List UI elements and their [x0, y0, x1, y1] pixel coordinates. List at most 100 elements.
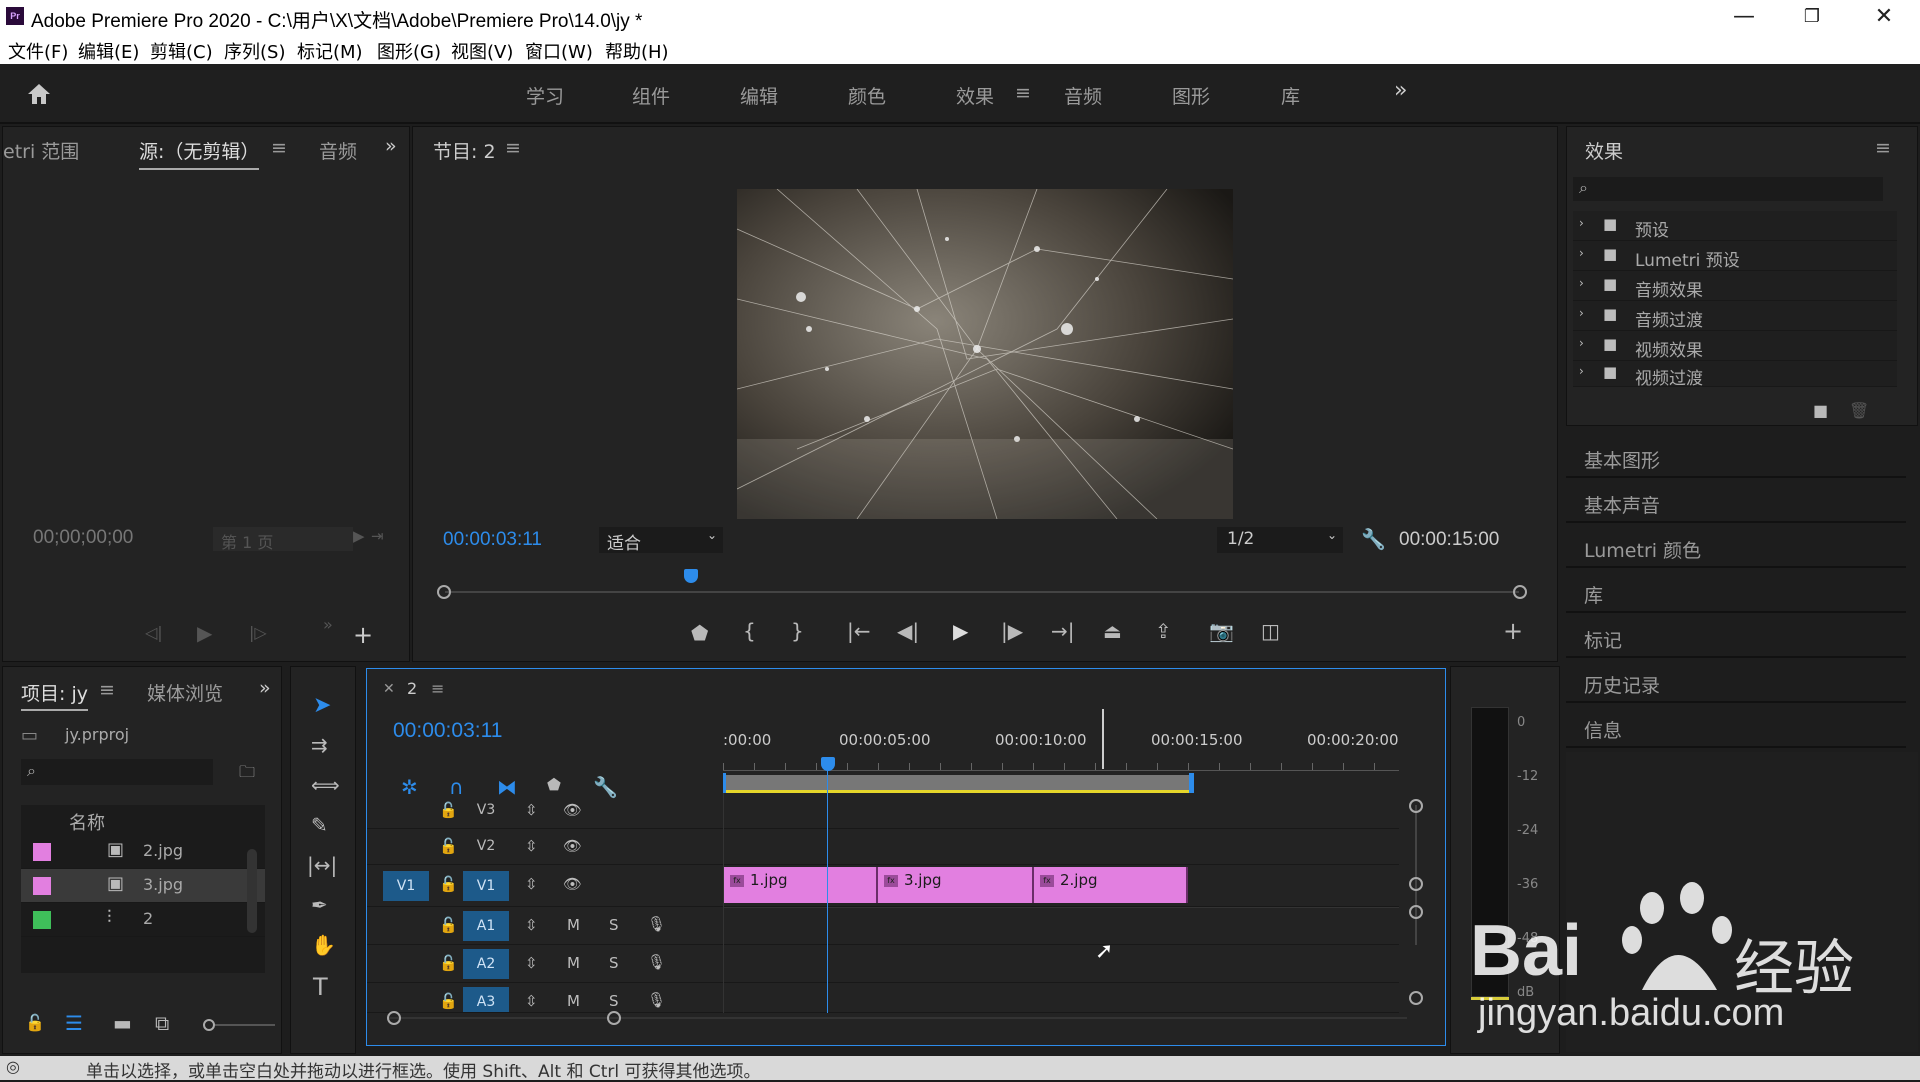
minimize-button[interactable]: — [1716, 2, 1772, 32]
sync-lock-icon[interactable]: ⇳ [525, 916, 538, 934]
lane-v1[interactable]: fx 1.jpg fx 3.jpg fx 2.jpg [724, 865, 1399, 907]
track-label[interactable]: A1 [463, 911, 509, 941]
icon-view-icon[interactable]: ▬ [113, 1011, 132, 1035]
panel-essential-graphics[interactable]: 基本图形 [1566, 436, 1906, 478]
effects-folder-lumetri-presets[interactable]: › ■ Lumetri 预设 [1573, 241, 1897, 271]
sync-lock-icon[interactable]: ⇳ [525, 992, 538, 1010]
workspace-tab-learn[interactable]: 学习 [526, 82, 564, 109]
menu-file[interactable]: 文件(F) [8, 38, 68, 64]
menu-marker[interactable]: 标记(M) [297, 38, 363, 64]
add-marker-icon[interactable]: ⬟ [547, 775, 561, 794]
play-icon[interactable]: ▶ [953, 619, 968, 643]
page-dropdown[interactable]: 第 1 页 [213, 527, 353, 552]
tab-project[interactable]: 项目: jy [21, 679, 88, 711]
voice-over-mic-icon[interactable]: 🎙 [647, 953, 666, 971]
panel-markers[interactable]: 标记 [1566, 616, 1906, 658]
workspace-tab-assembly[interactable]: 组件 [632, 82, 670, 109]
track-label[interactable]: A3 [463, 987, 509, 1012]
panel-lumetri-color[interactable]: Lumetri 颜色 [1566, 526, 1906, 568]
tab-audio-clip-mixer[interactable]: 音频 [319, 137, 359, 164]
project-scrollbar[interactable] [247, 849, 257, 933]
clip-3[interactable]: fx 2.jpg [1034, 867, 1188, 903]
workspace-tab-graphics[interactable]: 图形 [1172, 82, 1210, 109]
source-add-button-icon[interactable]: + [353, 621, 373, 649]
voice-over-mic-icon[interactable]: 🎙 [647, 915, 666, 933]
mute-track-button[interactable]: M [567, 954, 580, 972]
sync-lock-icon[interactable]: ⇳ [525, 801, 538, 819]
extract-icon[interactable]: ⇪ [1155, 619, 1172, 643]
scrubber-out-handle[interactable] [1513, 585, 1527, 599]
mark-out-icon[interactable]: } [791, 619, 804, 643]
workspace-tab-libraries[interactable]: 库 [1281, 82, 1300, 109]
project-menu-icon[interactable]: ≡ [99, 679, 115, 701]
panel-libraries[interactable]: 库 [1566, 571, 1906, 613]
program-playhead[interactable] [684, 569, 699, 583]
program-title[interactable]: 节目: 2 [433, 137, 496, 164]
workspace-tab-editing[interactable]: 编辑 [740, 82, 778, 109]
menu-sequence[interactable]: 序列(S) [224, 38, 285, 64]
tab-media-browser[interactable]: 媒体浏览 [147, 679, 223, 706]
sync-lock-icon[interactable]: ⇳ [525, 837, 538, 855]
track-lock-icon[interactable]: 🔓 [439, 954, 458, 972]
toggle-output-eye-icon[interactable]: 👁 [563, 875, 582, 893]
zoom-level-dropdown[interactable]: 适合 ⌄ [599, 527, 723, 554]
more-panels-icon[interactable]: » [385, 135, 397, 157]
track-lock-icon[interactable]: 🔓 [439, 837, 458, 855]
mark-in-icon[interactable]: { [743, 619, 756, 643]
pen-tool-icon[interactable]: ✒ [311, 893, 328, 917]
lane-v2[interactable] [724, 829, 1399, 865]
effects-folder-audio-effects[interactable]: › ■ 音频效果 [1573, 271, 1897, 301]
solo-track-button[interactable]: S [609, 954, 619, 972]
more-workspaces-button[interactable]: » [1394, 78, 1407, 103]
more-panels-icon[interactable]: » [259, 677, 271, 699]
sequence-menu-icon[interactable]: ≡ [431, 679, 444, 698]
video-scroll-handle[interactable] [1409, 877, 1423, 891]
menu-view[interactable]: 视图(V) [451, 38, 513, 64]
effects-title[interactable]: 效果 [1585, 137, 1623, 164]
track-lock-icon[interactable]: 🔓 [439, 992, 458, 1010]
sequence-tab[interactable]: 2 [407, 679, 417, 698]
effects-folder-presets[interactable]: › ■ 预设 [1573, 211, 1897, 241]
scrubber-in-handle[interactable] [437, 585, 451, 599]
lock-icon[interactable]: 🔓 [25, 1013, 45, 1032]
zoom-slider-handle[interactable] [203, 1019, 215, 1031]
workspace-menu-icon[interactable]: ≡ [1015, 82, 1031, 104]
delete-trash-icon[interactable]: 🗑 [1849, 401, 1869, 420]
work-area-bar[interactable] [723, 775, 1191, 793]
tab-lumetri-scopes[interactable]: etri 范围 [3, 137, 79, 164]
comparison-view-icon[interactable]: ◫ [1261, 619, 1280, 643]
panel-essential-sound[interactable]: 基本声音 [1566, 481, 1906, 523]
program-add-button-icon[interactable]: + [1503, 617, 1523, 645]
hand-tool-icon[interactable]: ✋ [311, 933, 336, 957]
lane-a2[interactable] [724, 945, 1399, 983]
effects-menu-icon[interactable]: ≡ [1875, 137, 1891, 159]
track-select-tool-icon[interactable]: ⇉ [311, 733, 328, 757]
list-view-icon[interactable]: ☰ [65, 1011, 83, 1035]
wrench-icon[interactable]: 🔧 [1361, 527, 1386, 551]
track-label[interactable]: A2 [463, 949, 509, 979]
horizontal-scroll-end-handle[interactable] [607, 1011, 621, 1025]
resolution-dropdown[interactable]: 1/2 ⌄ [1217, 527, 1343, 553]
add-marker-icon[interactable]: ⬟ [691, 621, 708, 645]
clip-2[interactable]: fx 3.jpg [878, 867, 1034, 903]
track-label[interactable]: V1 [463, 871, 509, 901]
track-lock-icon[interactable]: 🔓 [439, 916, 458, 934]
audio-scroll-handle[interactable] [1409, 991, 1423, 1005]
selection-tool-icon[interactable]: ➤ [313, 693, 331, 718]
new-bin-icon[interactable]: ■ [1813, 401, 1828, 420]
effects-search-input[interactable]: ⌕ [1573, 177, 1883, 201]
maximize-button[interactable]: ❐ [1784, 2, 1840, 32]
panel-info[interactable]: 信息 [1566, 706, 1906, 748]
track-lock-icon[interactable]: 🔓 [439, 875, 458, 893]
source-patch-v1[interactable]: V1 [383, 871, 429, 901]
voice-over-mic-icon[interactable]: 🎙 [647, 991, 666, 1009]
workspace-tab-audio[interactable]: 音频 [1064, 82, 1102, 109]
panel-history[interactable]: 历史记录 [1566, 661, 1906, 703]
go-to-in-icon[interactable]: |← [847, 619, 871, 643]
source-timecode[interactable]: 00;00;00;00 [33, 527, 133, 549]
workspace-tab-effects[interactable]: 效果 [956, 82, 994, 109]
horizontal-scroll-start-handle[interactable] [387, 1011, 401, 1025]
slip-tool-icon[interactable]: |↔| [307, 853, 337, 877]
program-scrubber[interactable] [437, 567, 1527, 607]
export-frame-camera-icon[interactable]: 📷 [1209, 619, 1234, 643]
